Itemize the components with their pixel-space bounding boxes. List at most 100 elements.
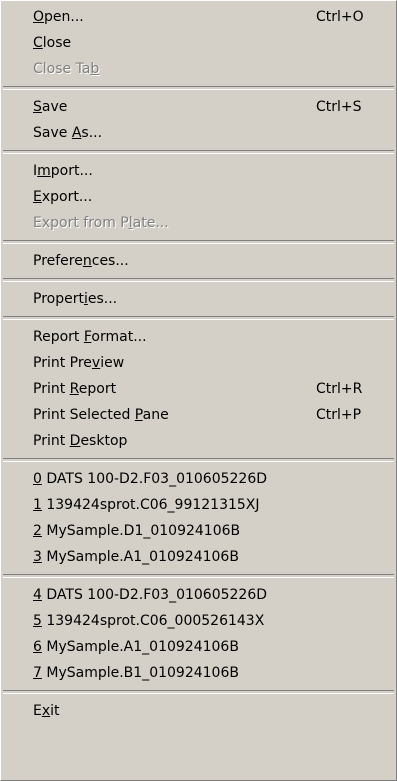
- menu-item-label: Print Preview: [33, 350, 124, 376]
- mnemonic-letter: E: [33, 189, 42, 205]
- label-text: MySample.B1_010924106B: [41, 665, 239, 681]
- menu-separator: [3, 316, 394, 320]
- mnemonic-letter: P: [134, 407, 143, 423]
- label-text: Print: [33, 433, 70, 449]
- menu-item-preferences[interactable]: Preferences...: [1, 248, 396, 274]
- menu-item-label: 7 MySample.B1_010924106B: [33, 660, 239, 686]
- menu-item-properties[interactable]: Properties...: [1, 286, 396, 312]
- label-text: DATS 100-D2.F03_010605226D: [41, 471, 268, 487]
- mnemonic-letter: b: [90, 61, 100, 77]
- menu-item-report-format[interactable]: Report Format...: [1, 324, 396, 350]
- shortcut-label: Ctrl+O: [316, 9, 364, 25]
- menu-item-recent-file-2[interactable]: 2 MySample.D1_010924106B: [1, 518, 396, 544]
- mnemonic-letter: 0: [33, 471, 42, 487]
- label-text: 139424sprot.C06_99121315XJ: [41, 497, 260, 513]
- menu-item-label: Export...: [33, 184, 92, 210]
- menu-item-label: 4 DATS 100-D2.F03_010605226D: [33, 582, 267, 608]
- mnemonic-letter: S: [33, 99, 42, 115]
- menu-item-label: Print Report: [33, 376, 116, 402]
- menu-item-label: Save: [33, 94, 67, 120]
- mnemonic-letter: D: [69, 433, 81, 449]
- label-text: s...: [81, 125, 103, 141]
- menu-item-print-report[interactable]: Print Report Ctrl+R: [1, 376, 396, 402]
- menu-item-label: 6 MySample.A1_010924106B: [33, 634, 239, 660]
- label-text: MySample.A1_010924106B: [41, 549, 239, 565]
- menu-item-label: Import...: [33, 158, 93, 184]
- label-text: ate...: [132, 215, 169, 231]
- label-text: port...: [50, 163, 93, 179]
- label-text: 139424sprot.C06_000526143X: [41, 613, 265, 629]
- label-text: Print Pre: [33, 355, 92, 371]
- menu-item-recent-file-7[interactable]: 7 MySample.B1_010924106B: [1, 660, 396, 686]
- menu-item-label: 3 MySample.A1_010924106B: [33, 544, 239, 570]
- label-text: Prefere: [33, 253, 83, 269]
- menu-item-close[interactable]: Close: [1, 30, 396, 56]
- menu-item-label: Report Format...: [33, 324, 147, 350]
- menu-item-export[interactable]: Export...: [1, 184, 396, 210]
- menu-item-print-selected-pane[interactable]: Print Selected Pane Ctrl+P: [1, 402, 396, 428]
- menu-item-recent-file-1[interactable]: 1 139424sprot.C06_99121315XJ: [1, 492, 396, 518]
- menu-item-print-preview[interactable]: Print Preview: [1, 350, 396, 376]
- label-text: eport: [78, 381, 117, 397]
- menu-separator: [3, 150, 394, 154]
- menu-item-import[interactable]: Import...: [1, 158, 396, 184]
- menu-item-exit[interactable]: Exit: [1, 698, 396, 724]
- label-text: Print: [33, 381, 70, 397]
- label-text: Print Selected: [33, 407, 135, 423]
- label-text: ave: [41, 99, 68, 115]
- label-text: Export from P: [33, 215, 129, 231]
- mnemonic-letter: A: [71, 125, 82, 141]
- menu-item-recent-file-4[interactable]: 4 DATS 100-D2.F03_010605226D: [1, 582, 396, 608]
- menu-item-label: Preferences...: [33, 248, 129, 274]
- menu-item-label: Open...: [33, 4, 84, 30]
- menu-item-recent-file-6[interactable]: 6 MySample.A1_010924106B: [1, 634, 396, 660]
- label-text: xport...: [41, 189, 93, 205]
- mnemonic-letter: x: [41, 703, 51, 719]
- label-text: es...: [87, 291, 118, 307]
- mnemonic-letter: 5: [33, 613, 42, 629]
- mnemonic-letter: 2: [33, 523, 42, 539]
- menu-item-close-tab: Close Tab: [1, 56, 396, 82]
- shortcut-label: Ctrl+P: [316, 407, 362, 423]
- menu-item-label: 1 139424sprot.C06_99121315XJ: [33, 492, 260, 518]
- menu-item-open[interactable]: Open... Ctrl+O: [1, 4, 396, 30]
- label-text: MySample.D1_010924106B: [41, 523, 241, 539]
- mnemonic-letter: n: [82, 253, 92, 269]
- label-text: iew: [100, 355, 125, 371]
- menu-item-label: Close: [33, 30, 71, 56]
- menu-item-label: Export from Plate...: [33, 210, 169, 236]
- mnemonic-letter: v: [91, 355, 101, 371]
- menu-item-export-from-plate: Export from Plate...: [1, 210, 396, 236]
- label-text: Report: [33, 329, 84, 345]
- menu-item-save-as[interactable]: Save As...: [1, 120, 396, 146]
- menu-item-save[interactable]: Save Ctrl+S: [1, 94, 396, 120]
- label-text: ane: [142, 407, 169, 423]
- menu-item-print-desktop[interactable]: Print Desktop: [1, 428, 396, 454]
- menu-item-label: Print Desktop: [33, 428, 127, 454]
- menu-separator: [3, 278, 394, 282]
- label-text: pen...: [44, 9, 84, 25]
- menu-separator: [3, 240, 394, 244]
- mnemonic-letter: 6: [33, 639, 42, 655]
- menu-separator: [3, 86, 394, 90]
- label-text: esktop: [80, 433, 128, 449]
- label-text: lose: [42, 35, 72, 51]
- menu-item-recent-file-0[interactable]: 0 DATS 100-D2.F03_010605226D: [1, 466, 396, 492]
- label-text: MySample.A1_010924106B: [41, 639, 239, 655]
- menu-item-label: Exit: [33, 698, 60, 724]
- label-text: ormat...: [91, 329, 147, 345]
- menu-item-label: 5 139424sprot.C06_000526143X: [33, 608, 264, 634]
- shortcut-label: Ctrl+S: [316, 99, 362, 115]
- menu-item-recent-file-3[interactable]: 3 MySample.A1_010924106B: [1, 544, 396, 570]
- mnemonic-letter: 4: [33, 587, 42, 603]
- mnemonic-letter: m: [37, 163, 51, 179]
- mnemonic-letter: 7: [33, 665, 42, 681]
- menu-item-label: Properties...: [33, 286, 117, 312]
- menu-item-label: Save As...: [33, 120, 102, 146]
- label-text: Close Ta: [33, 61, 91, 77]
- mnemonic-letter: R: [69, 381, 79, 397]
- mnemonic-letter: 1: [33, 497, 42, 513]
- file-menu: Open... Ctrl+O Close Close Tab Save Ctrl+S Sav…: [0, 0, 397, 781]
- menu-item-recent-file-5[interactable]: 5 139424sprot.C06_000526143X: [1, 608, 396, 634]
- label-text: Propert: [33, 291, 84, 307]
